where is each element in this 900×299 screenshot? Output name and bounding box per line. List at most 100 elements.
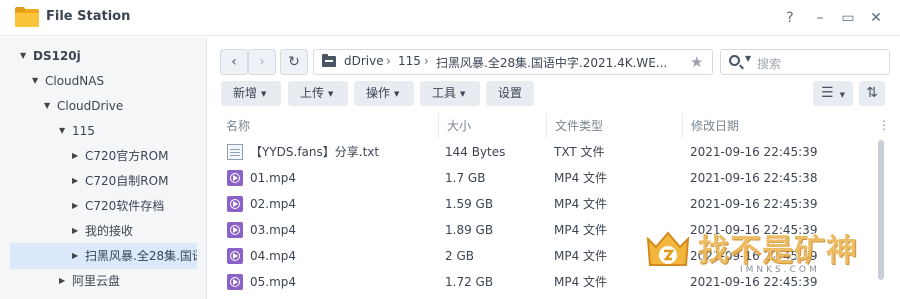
video-file-icon [227, 170, 243, 186]
chevron-down-icon: ▼ [328, 90, 334, 98]
expand-arrow-icon[interactable]: ▶ [72, 243, 78, 269]
tree-item-clouddrive[interactable]: ▼ CloudDrive [0, 93, 207, 119]
upload-button[interactable]: 上传 ▼ [288, 81, 348, 106]
tree-item-ds120j[interactable]: ▼ DS120j [0, 43, 207, 69]
tree-item-cloudnas[interactable]: ▼ CloudNAS [0, 68, 207, 94]
tree-item-label: 我的接收 [85, 224, 134, 238]
chevron-down-icon[interactable]: ▼ [745, 54, 751, 63]
file-name: 01.mp4 [250, 171, 297, 185]
file-date: 2021-09-16 22:45:39 [690, 197, 818, 211]
expand-arrow-icon[interactable]: ▼ [44, 93, 50, 119]
file-type: MP4 文件 [554, 171, 608, 185]
file-size: 1.59 GB [445, 197, 494, 211]
tools-button[interactable]: 工具 ▼ [420, 81, 480, 106]
expand-arrow-icon[interactable]: ▶ [59, 268, 65, 294]
search-input[interactable]: 搜索 [757, 55, 781, 72]
tree-item-label: C720官方ROM [85, 149, 169, 163]
list-view-icon: ☰ [821, 85, 834, 101]
tree-item-c720-official-rom[interactable]: ▶ C720官方ROM [0, 143, 207, 169]
expand-arrow-icon[interactable]: ▼ [32, 68, 38, 94]
breadcrumb-item-current[interactable]: 扫黑风暴.全28集.国语中字.2021.4K.WE... [436, 54, 667, 71]
help-button[interactable]: ? [778, 6, 802, 30]
column-menu-icon[interactable]: ⋮ [878, 118, 890, 132]
title-bar: File Station ? – ▭ ✕ [0, 0, 900, 36]
expand-arrow-icon[interactable]: ▼ [59, 118, 65, 144]
file-type: TXT 文件 [554, 145, 605, 159]
forward-button[interactable]: › [248, 49, 276, 75]
refresh-button[interactable]: ↻ [280, 49, 308, 75]
file-size: 1.89 GB [445, 223, 494, 237]
sort-button[interactable]: ⇅ [859, 81, 885, 106]
column-header-size[interactable]: 大小 [438, 114, 546, 138]
watermark-url: IMNKS.COM [740, 265, 820, 275]
table-row[interactable]: 01.mp4 1.7 GB MP4 文件 2021-09-16 22:45:38 [218, 165, 878, 191]
file-name: 02.mp4 [250, 197, 297, 211]
action-button[interactable]: 操作 ▼ [354, 81, 414, 106]
expand-arrow-icon[interactable]: ▶ [72, 218, 78, 244]
expand-arrow-icon[interactable]: ▶ [72, 193, 78, 219]
tree-item-my-received[interactable]: ▶ 我的接收 [0, 218, 207, 244]
file-date: 2021-09-16 22:45:38 [690, 171, 818, 185]
file-type: MP4 文件 [554, 275, 608, 289]
chevron-down-icon: ▼ [839, 91, 845, 99]
file-size: 1.7 GB [445, 171, 486, 185]
search-icon[interactable] [729, 55, 740, 66]
tree-item-label: CloudNAS [45, 74, 105, 88]
column-header-type[interactable]: 文件类型 [546, 114, 682, 138]
file-type: MP4 文件 [554, 249, 608, 263]
tree-item-c720-software[interactable]: ▶ C720软件存档 [0, 193, 207, 219]
close-button[interactable]: ✕ [864, 6, 888, 30]
settings-button[interactable]: 设置 [486, 81, 534, 106]
view-mode-button[interactable]: ☰ ▼ [813, 81, 853, 106]
expand-arrow-icon[interactable]: ▶ [72, 168, 78, 194]
create-button-label: 新增 [233, 86, 258, 100]
file-name: 04.mp4 [250, 249, 297, 263]
tree-item-selected-folder[interactable]: ▶ 扫黑风暴.全28集.国语 [10, 243, 197, 269]
tree-item-aliyun[interactable]: ▶ 阿里云盘 [0, 268, 207, 294]
breadcrumb-item[interactable]: dDrive [344, 54, 384, 68]
tree-item-label: 扫黑风暴.全28集.国语 [85, 249, 197, 263]
path-bar[interactable]: dDrive › 115 › 扫黑风暴.全28集.国语中字.2021.4K.WE… [313, 49, 713, 75]
breadcrumb-item[interactable]: 115 [398, 54, 421, 68]
create-button[interactable]: 新增 ▼ [221, 81, 281, 106]
file-name: 03.mp4 [250, 223, 297, 237]
file-type: MP4 文件 [554, 197, 608, 211]
table-row[interactable]: 【YYDS.fans】分享.txt 144 Bytes TXT 文件 2021-… [218, 139, 878, 165]
window-title: File Station [46, 9, 131, 24]
video-file-icon [227, 248, 243, 264]
table-header: 名称 大小 文件类型 修改日期 [218, 114, 892, 138]
expand-arrow-icon[interactable]: ▶ [72, 143, 78, 169]
file-name: 05.mp4 [250, 275, 297, 289]
maximize-button[interactable]: ▭ [836, 6, 860, 30]
settings-button-label: 设置 [498, 86, 523, 100]
file-date: 2021-09-16 22:45:39 [690, 145, 818, 159]
breadcrumb-separator: › [386, 54, 391, 68]
back-button[interactable]: ‹ [220, 49, 248, 75]
file-type: MP4 文件 [554, 223, 608, 237]
minimize-button[interactable]: – [808, 6, 832, 30]
folder-tree-sidebar: ▼ DS120j ▼ CloudNAS ▼ CloudDrive ▼ 115 ▶… [0, 37, 207, 299]
tree-item-label: DS120j [33, 49, 81, 63]
tree-item-label: C720自制ROM [85, 174, 169, 188]
toolbar: ‹ › ↻ dDrive › 115 › 扫黑风暴.全28集.国语中字.2021… [208, 37, 900, 112]
tree-item-label: 阿里云盘 [72, 274, 121, 288]
tree-item-label: C720软件存档 [85, 199, 165, 213]
file-name: 【YYDS.fans】分享.txt [250, 145, 380, 159]
sort-icon: ⇅ [866, 85, 878, 101]
expand-arrow-icon[interactable]: ▼ [20, 43, 26, 69]
tools-button-label: 工具 [432, 86, 457, 100]
tree-item-115[interactable]: ▼ 115 [0, 118, 207, 144]
breadcrumb-separator: › [424, 54, 429, 68]
column-header-date[interactable]: 修改日期 [682, 114, 878, 138]
search-box[interactable]: ▼ 搜索 [720, 49, 890, 75]
column-header-name[interactable]: 名称 [218, 114, 438, 138]
chevron-down-icon: ▼ [394, 90, 400, 98]
crown-badge-icon [646, 231, 690, 266]
video-file-icon [227, 222, 243, 238]
tree-item-c720-custom-rom[interactable]: ▶ C720自制ROM [0, 168, 207, 194]
txt-file-icon [227, 144, 243, 160]
table-row[interactable]: 02.mp4 1.59 GB MP4 文件 2021-09-16 22:45:3… [218, 191, 878, 217]
folder-app-icon [15, 7, 39, 27]
favorite-star-icon[interactable]: ★ [690, 53, 703, 71]
file-size: 1.72 GB [445, 275, 494, 289]
